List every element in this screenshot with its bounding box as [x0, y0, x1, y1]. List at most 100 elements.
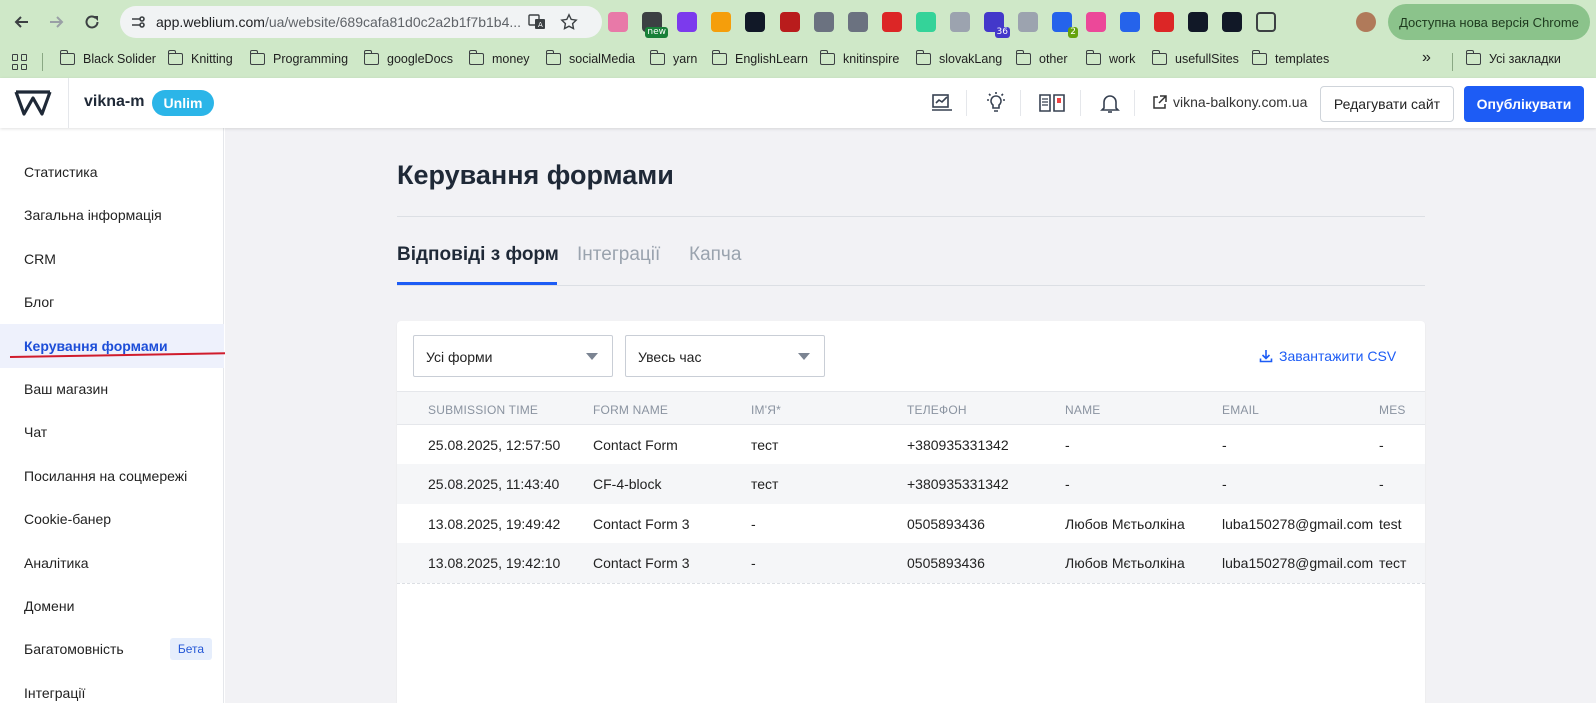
tab-integrations[interactable]: Інтеграції	[577, 244, 660, 266]
sidebar-item[interactable]: Багатомовність Бета	[0, 627, 224, 671]
bookmark-folder[interactable]: Black Solider	[59, 50, 156, 66]
column-header[interactable]: FORM NAME	[593, 403, 668, 417]
bookmark-folder[interactable]: Programming	[249, 50, 349, 66]
sidebar-item[interactable]: CRM	[0, 237, 224, 281]
pink-square-extension-icon[interactable]	[608, 12, 628, 32]
table-cell: 25.08.2025, 12:57:50	[428, 437, 561, 453]
flower-extension-icon[interactable]	[916, 12, 936, 32]
bookmark-folder[interactable]: Knitting	[167, 50, 233, 66]
sidebar-item[interactable]: Cookie-банер	[0, 497, 224, 541]
all-bookmarks-button[interactable]: Усі закладки	[1465, 50, 1561, 66]
flag-extension-icon[interactable]	[1154, 12, 1174, 32]
forward-icon[interactable]	[44, 10, 68, 34]
chrome-update-button[interactable]: Доступна нова версія Chrome	[1388, 4, 1590, 40]
translate-icon[interactable]: A	[528, 13, 546, 31]
column-header[interactable]: NAME	[1065, 403, 1100, 417]
folder-icon	[249, 50, 265, 65]
back-icon[interactable]	[10, 10, 34, 34]
sidebar-item-label: Керування формами	[24, 337, 168, 354]
puzzle-extension-icon[interactable]	[1256, 12, 1276, 32]
sidebar-item[interactable]: Блог	[0, 280, 224, 324]
bookmark-folder[interactable]: templates	[1251, 50, 1329, 66]
sidebar-item-label: Аналітика	[24, 554, 89, 571]
table-cell: -	[751, 554, 756, 571]
orange-target-extension-icon[interactable]	[711, 12, 731, 32]
column-header[interactable]: EMAIL	[1222, 403, 1259, 417]
grid-extension-icon[interactable]	[1018, 12, 1038, 32]
soccer-extension-icon[interactable]	[1188, 12, 1208, 32]
column-header[interactable]: ІМ'Я*	[751, 403, 781, 417]
rainbow-extension-icon[interactable]	[1086, 12, 1106, 32]
lightbulb-icon[interactable]	[984, 91, 1008, 115]
more-bookmarks-icon[interactable]: »	[1422, 49, 1431, 67]
two-extension-icon[interactable]	[882, 12, 902, 32]
sidebar-item[interactable]: Статистика	[0, 150, 224, 194]
bookmark-folder[interactable]: slovakLang	[915, 50, 1002, 66]
bookmarks-divider	[42, 53, 43, 71]
book-icon[interactable]	[1038, 91, 1066, 115]
graduation-extension-icon[interactable]: 36	[984, 12, 1010, 38]
tab-form-responses[interactable]: Відповіді з форм	[397, 244, 559, 266]
column-header[interactable]: ТЕЛЕФОН	[907, 403, 967, 417]
beta-badge: Бета	[170, 638, 212, 661]
external-link-icon	[1152, 94, 1167, 110]
bookmark-folder[interactable]: usefullSites	[1151, 50, 1239, 66]
sidebar-item[interactable]: Інтеграції	[0, 671, 224, 703]
weblium-logo[interactable]	[14, 88, 52, 118]
sidebar-item[interactable]: Загальна інформація	[0, 193, 224, 237]
period-filter-select[interactable]: Увесь час	[625, 335, 825, 377]
sidebar-item[interactable]: Ваш магазин	[0, 367, 224, 411]
table-row[interactable]: 25.08.2025, 12:57:50 Contact Form тест +380…	[397, 425, 1425, 465]
profile-avatar[interactable]	[1356, 12, 1376, 32]
tag-extension-icon[interactable]	[1120, 12, 1140, 32]
bookmarks-divider-right	[1452, 53, 1453, 71]
sidebar-item[interactable]: Чат	[0, 410, 224, 454]
bookmark-folder[interactable]: work	[1085, 50, 1135, 66]
sidebar-item[interactable]: Посилання на соцмережі	[0, 454, 224, 498]
bookmark-label: Programming	[273, 52, 349, 66]
sitemap-extension-icon[interactable]	[780, 12, 800, 32]
table-row[interactable]: 13.08.2025, 19:49:42 Contact Form 3 - 05058…	[397, 504, 1425, 544]
site-info-icon[interactable]	[130, 14, 146, 30]
bell-icon[interactable]	[1098, 91, 1122, 115]
download-csv-link[interactable]: Завантажити CSV	[1259, 348, 1396, 364]
react-extension-icon[interactable]	[745, 12, 765, 32]
publish-button[interactable]: Опублікувати	[1464, 86, 1584, 122]
tab-captcha[interactable]: Капча	[689, 244, 741, 266]
black-red-extension-icon[interactable]	[1222, 12, 1242, 32]
color-wheel-extension-icon[interactable]	[677, 12, 697, 32]
bookmark-folder[interactable]: yarn	[649, 50, 697, 66]
new-extension-icon[interactable]: new	[642, 12, 668, 38]
bookmark-folder[interactable]: socialMedia	[545, 50, 635, 66]
sidebar-item[interactable]: Керування формами	[0, 323, 224, 368]
form-filter-select[interactable]: Усі форми	[413, 335, 613, 377]
presentation-icon[interactable]	[930, 91, 954, 115]
camera-extension-icon[interactable]	[814, 12, 834, 32]
site-domain-link[interactable]: vikna-balkony.com.ua	[1152, 94, 1307, 110]
table-row[interactable]: 25.08.2025, 11:43:40 CF-4-block тест +38093…	[397, 464, 1425, 505]
sidebar-item[interactable]: Аналітика	[0, 541, 224, 585]
bookmark-folder[interactable]: money	[468, 50, 530, 66]
column-header[interactable]: MES	[1379, 403, 1406, 417]
address-bar[interactable]: app.weblium.com/ua/website/689cafa81d0c2…	[120, 6, 602, 38]
bookmark-folder[interactable]: googleDocs	[363, 50, 453, 66]
sidebar-item-label: Загальна інформація	[24, 207, 162, 224]
apps-grid-icon[interactable]	[12, 54, 28, 70]
table-row[interactable]: 13.08.2025, 19:42:10 Contact Form 3 - 05058…	[397, 542, 1425, 583]
sidebar-item-label: Статистика	[24, 164, 98, 180]
bookmark-folder[interactable]: other	[1015, 50, 1068, 66]
sidebar-item[interactable]: Домени	[0, 584, 224, 628]
code-extension-icon[interactable]: 2	[1052, 12, 1078, 38]
bookmark-star-icon[interactable]	[560, 13, 578, 31]
bookmark-folder[interactable]: knitinspire	[819, 50, 899, 66]
check-circle-extension-icon[interactable]	[848, 12, 868, 32]
download-icon	[1259, 349, 1273, 363]
bookmark-folder[interactable]: EnglishLearn	[711, 50, 808, 66]
column-header[interactable]: SUBMISSION TIME	[428, 403, 538, 417]
table-cell: 13.08.2025, 19:49:42	[428, 515, 561, 532]
edit-site-button[interactable]: Редагувати сайт	[1320, 86, 1454, 122]
table-cell: -	[1222, 476, 1227, 493]
reload-icon[interactable]	[80, 10, 104, 34]
sidebar-item-label: Cookie-банер	[24, 511, 112, 528]
compass-extension-icon[interactable]	[950, 12, 970, 32]
